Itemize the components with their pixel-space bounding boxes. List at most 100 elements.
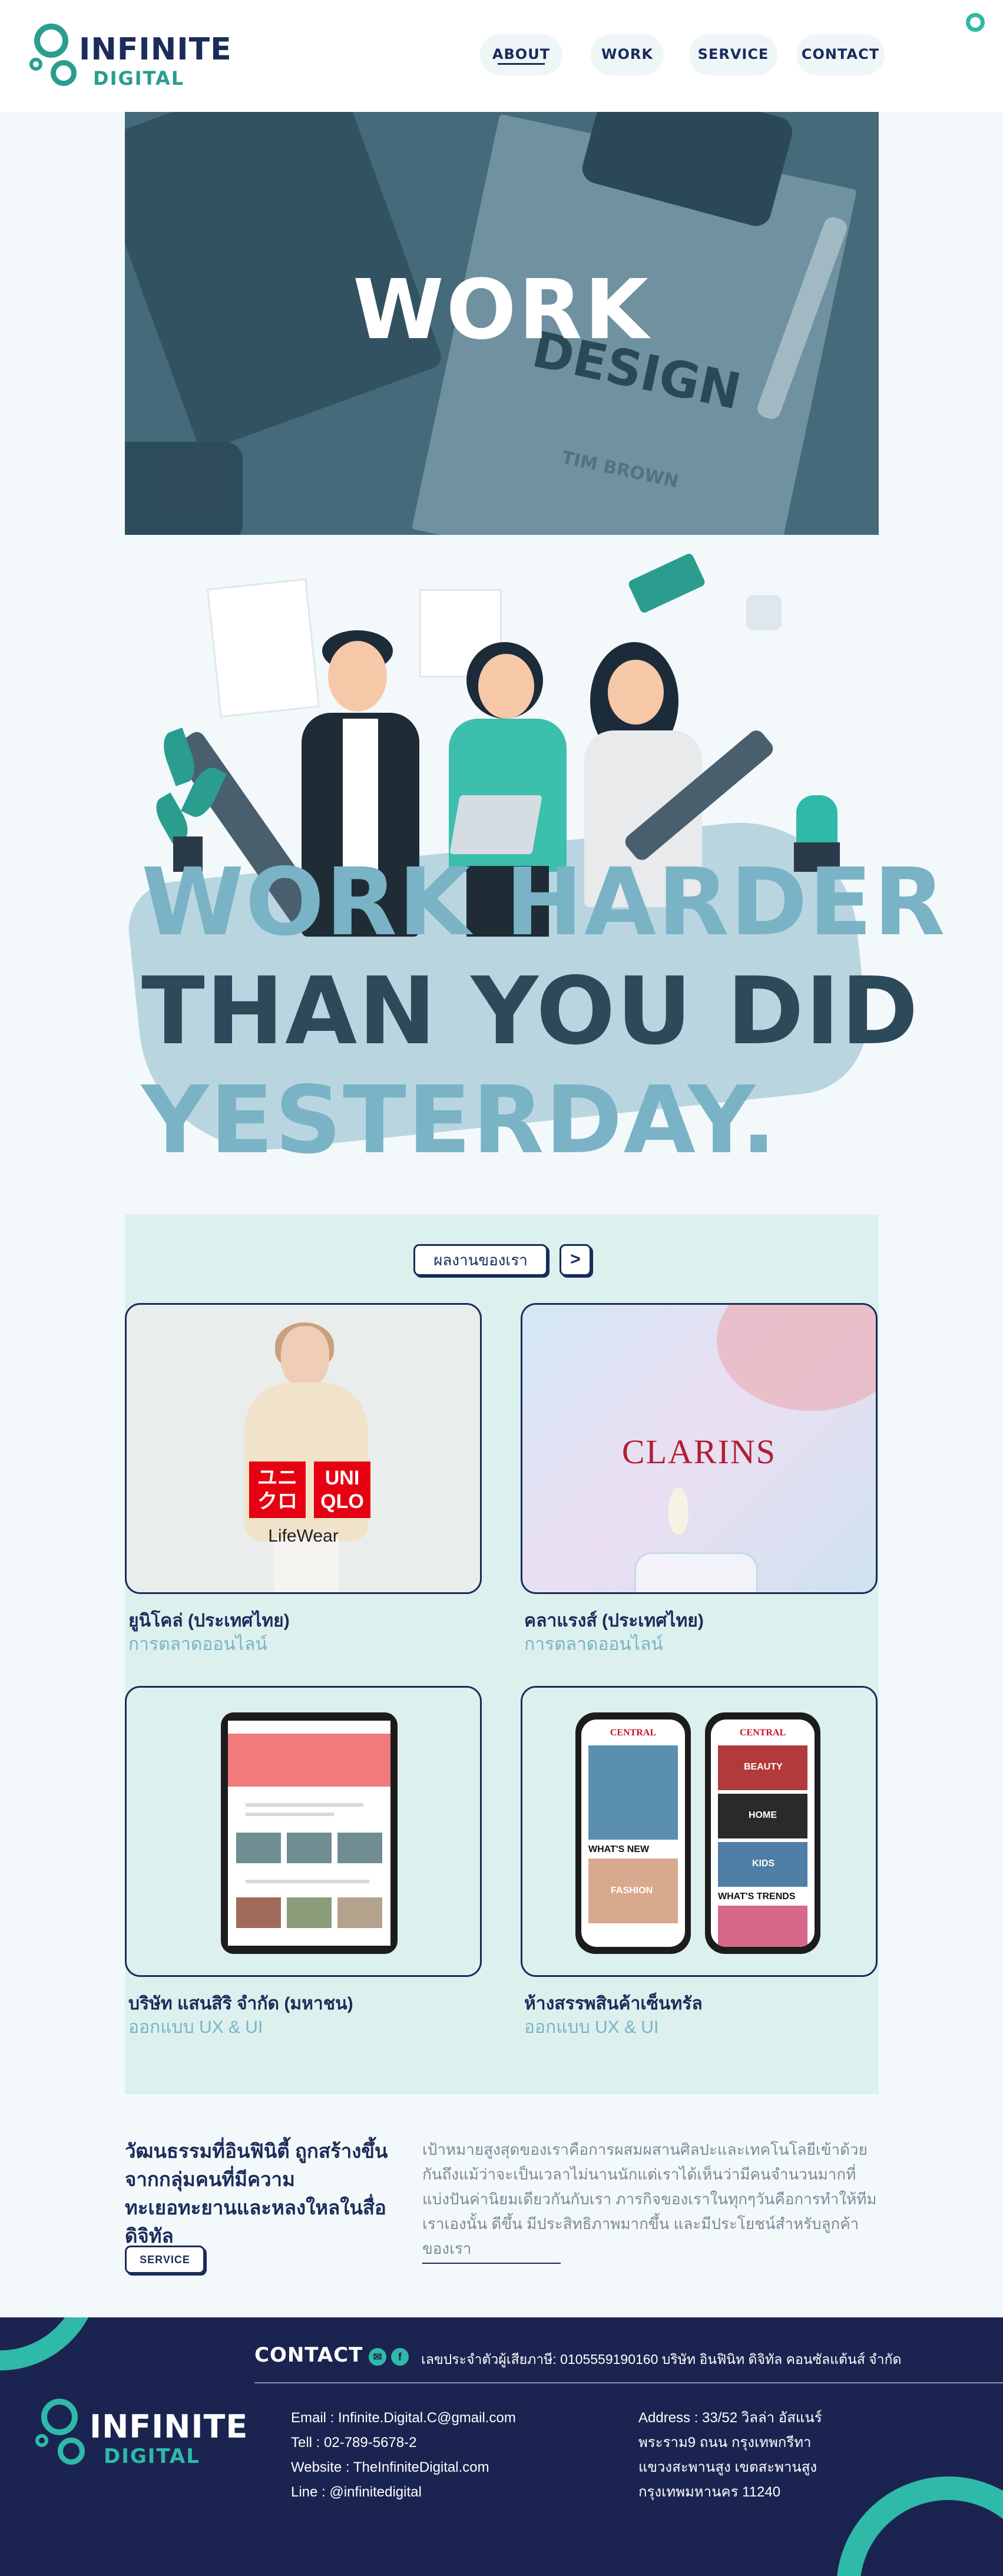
whats-trends-label: WHAT'S TRENDS: [718, 1892, 796, 1902]
phone-screen: CENTRAL BEAUTY HOME KIDS WHAT'S TRENDS: [711, 1719, 815, 1947]
uniqlo-logo-text: UNI QLO: [320, 1467, 364, 1513]
laptop-icon: [449, 795, 542, 854]
hero-banner: DESIGN TIM BROWN WORK: [125, 112, 879, 535]
footer-divider: [254, 2382, 1003, 2383]
lifewear-caption: LifeWear: [268, 1526, 339, 1546]
nav-work-label: WORK: [601, 46, 653, 62]
address-details: Address : 33/52 วิลล่า อัสแนร์ พระราม9 ถ…: [638, 2406, 822, 2505]
culture-heading: วัฒนธรรมที่อินฟินิตี้ ถูกสร้างขึ้นจากกลุ…: [125, 2140, 388, 2247]
beauty-label: BEAUTY: [744, 1762, 783, 1772]
nav-underline: [498, 63, 545, 65]
footer-logo[interactable]: INFINITE DIGITAL: [35, 2393, 247, 2475]
trend-image: [718, 1906, 807, 1947]
contact-details: Email : Infinite.Digital.C@gmail.com Tel…: [291, 2406, 516, 2505]
portfolio-subtitle: การตลาดออนไลน์: [524, 1635, 663, 1654]
kids-label: KIDS: [752, 1859, 775, 1869]
head-shape: [608, 660, 664, 725]
color-swatch-icon: [627, 552, 707, 614]
logo-ring-icon: [58, 2438, 85, 2465]
ring-icon: [966, 13, 985, 32]
listing-image: [287, 1833, 332, 1863]
serum-drop-image: [668, 1487, 688, 1535]
phone-screen: CENTRAL WHAT'S NEW FASHION: [581, 1719, 685, 1947]
phone-device-image: CENTRAL WHAT'S NEW FASHION: [575, 1712, 691, 1954]
site-footer: CONTACT ✉ f เลขประจำตัวผู้เสียภาษี: 0105…: [0, 2317, 1003, 2576]
hero-title: WORK: [353, 262, 651, 358]
address-line: พระราม9 ถนน กรุงเทพกรีทา: [638, 2435, 812, 2451]
logo-sub: DIGITAL: [104, 2445, 200, 2468]
logo-name: INFINITE: [90, 2408, 249, 2445]
app-banner-image: [588, 1745, 678, 1840]
nav-service[interactable]: SERVICE: [689, 34, 777, 75]
nav-about[interactable]: ABOUT: [480, 34, 562, 75]
listing-image: [287, 1897, 332, 1928]
decorative-arc: [0, 2317, 100, 2370]
portfolio-card-central[interactable]: CENTRAL WHAT'S NEW FASHION CENTRAL BEAUT…: [521, 1686, 878, 1977]
pants-shape: [274, 1538, 339, 1592]
fashion-label: FASHION: [611, 1886, 653, 1896]
footer-contact-heading: CONTACT: [254, 2343, 363, 2367]
clarins-logo: CLARINS: [621, 1433, 777, 1471]
phone-device-image: CENTRAL BEAUTY HOME KIDS WHAT'S TRENDS: [705, 1712, 820, 1954]
uniqlo-logo-text: ユニ クロ: [257, 1467, 297, 1513]
text-line: [246, 1803, 363, 1807]
address-line: แขวงสะพานสูง เขตสะพานสูง: [638, 2459, 817, 2475]
logo-ring-icon: [41, 2399, 78, 2435]
slogan-line-3: YESTERDAY.: [141, 1066, 778, 1175]
portfolio-subtitle: การตลาดออนไลน์: [128, 1635, 267, 1654]
logo-ring-icon: [35, 2434, 48, 2447]
email-link[interactable]: Email : Infinite.Digital.C@gmail.com: [291, 2406, 516, 2430]
slogan-line-1: WORK HARDER: [141, 848, 946, 957]
central-app-logo: CENTRAL: [739, 1728, 786, 1738]
cactus-icon: [796, 795, 838, 848]
next-arrow-button[interactable]: >: [560, 1244, 591, 1276]
portfolio-card-clarins[interactable]: CLARINS: [521, 1303, 878, 1594]
central-app-logo: CENTRAL: [610, 1728, 657, 1738]
tablet-device-image: [221, 1712, 398, 1954]
address-line: กรุงเทพมหานคร 11240: [638, 2484, 781, 2500]
text-line: [246, 1813, 334, 1816]
tax-id-text: เลขประจำตัวผู้เสียภาษี: 0105559190160 บร…: [421, 2352, 902, 2367]
line-id-text: Line : @infinitedigital: [291, 2484, 422, 2500]
decorative-arc: [836, 2476, 1003, 2576]
portfolio-section: ผลงานของเรา > ユニ クロ UNI QLO LifeWear ยูน…: [125, 1215, 879, 2094]
uniqlo-logo-katakana: ユニ クロ: [249, 1461, 306, 1518]
portfolio-subtitle: ออกแบบ UX & UI: [128, 2018, 263, 2037]
nav-contact[interactable]: CONTACT: [796, 34, 885, 75]
our-work-button[interactable]: ผลงานของเรา: [413, 1244, 548, 1276]
nav-work[interactable]: WORK: [591, 34, 664, 75]
serum-bottle-image: [634, 1552, 758, 1592]
divider-line: [422, 2263, 561, 2264]
face-shape: [281, 1326, 329, 1387]
facebook-icon[interactable]: f: [391, 2348, 409, 2366]
portfolio-subtitle: ออกแบบ UX & UI: [524, 2018, 659, 2037]
whats-new-label: WHAT'S NEW: [588, 1844, 650, 1854]
head-shape: [478, 654, 534, 719]
phone-text: Tell : 02-789-5678-2: [291, 2435, 417, 2451]
listing-image: [337, 1897, 382, 1928]
listing-image: [236, 1833, 281, 1863]
website-hero-image: [228, 1734, 390, 1787]
text-line: [246, 1880, 369, 1883]
main-nav: ABOUT WORK SERVICE CONTACT: [0, 34, 1003, 75]
service-button[interactable]: SERVICE: [125, 2246, 205, 2274]
slogan-line-2: THAN YOU DID: [141, 957, 920, 1066]
thumbs-up-icon: [746, 595, 782, 630]
uniqlo-logo-latin: UNI QLO: [314, 1461, 370, 1518]
portfolio-card-sansiri[interactable]: [125, 1686, 482, 1977]
nav-about-label: ABOUT: [492, 46, 551, 62]
website-link[interactable]: Website : TheInfiniteDigital.com: [291, 2455, 516, 2480]
head-shape: [328, 641, 387, 712]
portfolio-card-uniqlo[interactable]: ユニ クロ UNI QLO LifeWear: [125, 1303, 482, 1594]
listing-image: [236, 1897, 281, 1928]
cream-jar-image: [717, 1305, 876, 1411]
tablet-screen: [228, 1721, 390, 1946]
site-header: INFINITE DIGITAL ABOUT WORK SERVICE CONT…: [0, 0, 1003, 112]
nav-contact-label: CONTACT: [801, 46, 880, 62]
address-line: Address : 33/52 วิลล่า อัสแนร์: [638, 2410, 822, 2426]
messenger-icon[interactable]: ✉: [369, 2348, 386, 2366]
uniqlo-model-image: [244, 1322, 368, 1592]
listing-image: [337, 1833, 382, 1863]
culture-paragraph: เป้าหมายสูงสุดของเราคือการผสมผสานศิลปะแล…: [422, 2141, 877, 2257]
nav-service-label: SERVICE: [697, 46, 769, 62]
